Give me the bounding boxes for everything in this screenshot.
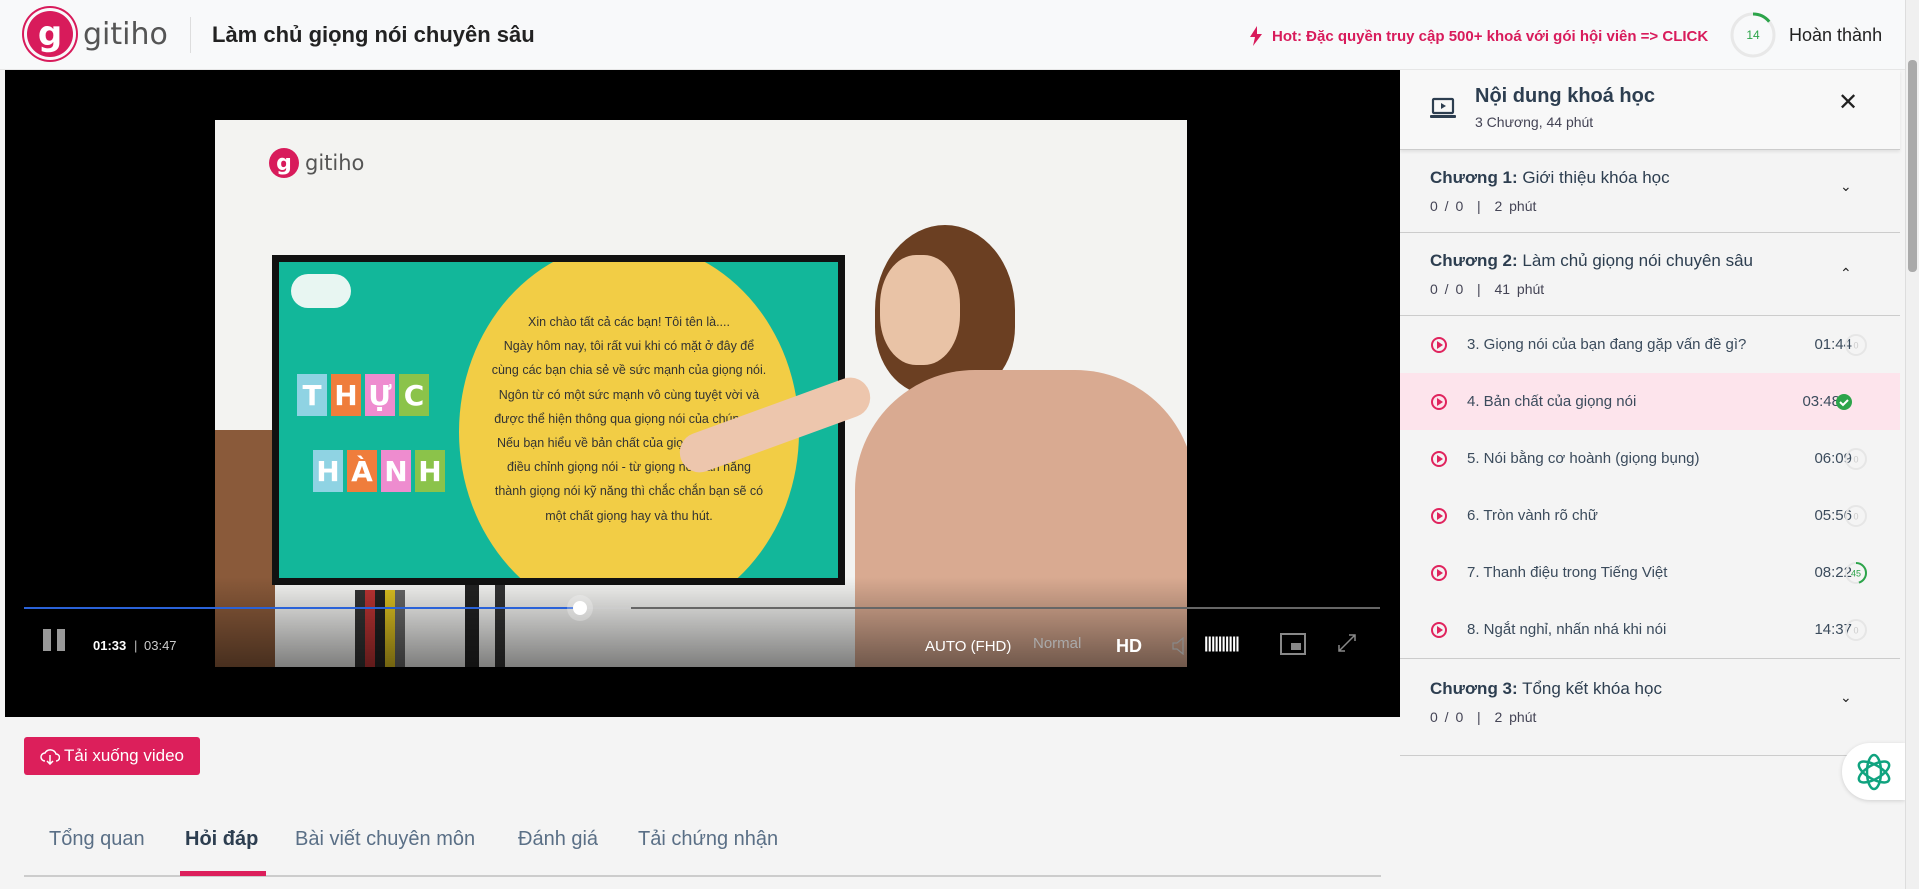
svg-text:0: 0 — [1853, 511, 1858, 521]
play-circle-icon — [1431, 450, 1447, 467]
course-title: Làm chủ giọng nói chuyên sâu — [212, 22, 535, 47]
lightning-icon — [1250, 26, 1262, 46]
volume-icon[interactable] — [1172, 637, 1188, 655]
content-tabs: Tổng quan Hỏi đáp Bài viết chuyên môn Đá… — [24, 820, 1381, 877]
course-progress-ring: 14 — [1729, 11, 1777, 59]
volume-slider[interactable]: |||||||||| — [1204, 635, 1240, 653]
page-scrollbar[interactable] — [1905, 0, 1919, 889]
active-tab-indicator — [180, 871, 266, 876]
svg-text:0: 0 — [1853, 625, 1858, 635]
chapter-2[interactable]: Chương 2: Làm chủ giọng nói chuyên sâu 0… — [1400, 233, 1900, 316]
gitiho-logo[interactable]: g gitiho — [27, 11, 168, 57]
tab-certificate[interactable]: Tải chứng nhận — [638, 828, 778, 851]
lesson-list: 3. Giọng nói của bạn đang gặp vấn đề gì?… — [1400, 316, 1900, 658]
pause-icon[interactable] — [43, 629, 65, 651]
lesson-item[interactable]: 7. Thanh điệu trong Tiếng Việt 08:22 45 — [1400, 544, 1900, 601]
scrollbar-thumb[interactable] — [1908, 60, 1917, 272]
lesson-title: 3. Giọng nói của bạn đang gặp vấn đề gì? — [1467, 336, 1747, 353]
video-watermark-logo: g gitiho — [269, 148, 364, 178]
play-circle-icon — [1431, 507, 1447, 524]
close-icon[interactable]: ✕ — [1838, 88, 1858, 117]
cloud-logo — [291, 274, 351, 308]
time-separator: | — [134, 638, 138, 653]
promo-text: Hot: Đặc quyền truy cập 500+ khoá với gó… — [1272, 27, 1709, 45]
check-circle-icon — [1836, 393, 1852, 410]
laptop-play-icon — [1430, 97, 1456, 118]
presenter-face — [880, 255, 960, 365]
hd-button[interactable]: HD — [1116, 636, 1142, 657]
download-label: Tải xuống video — [63, 746, 185, 765]
quality-button[interactable]: AUTO (FHD) — [925, 638, 1011, 655]
tab-articles[interactable]: Bài viết chuyên môn — [295, 828, 475, 851]
sidebar-title: Nội dung khoá học — [1475, 85, 1655, 107]
duration: 03:47 — [144, 638, 177, 653]
lesson-item[interactable]: 6. Tròn vành rõ chữ 05:56 0 — [1400, 487, 1900, 544]
chevron-down-icon[interactable]: ⌄ — [1840, 689, 1852, 706]
course-content-sidebar: Nội dung khoá học 3 Chương, 44 phút ✕ Ch… — [1400, 70, 1900, 889]
tab-overview[interactable]: Tổng quan — [49, 828, 145, 851]
chevron-up-icon[interactable]: ⌃ — [1840, 265, 1852, 282]
sidebar-header: Nội dung khoá học 3 Chương, 44 phút ✕ — [1400, 70, 1900, 150]
course-progress-value: 14 — [1746, 28, 1760, 42]
controls-gradient — [5, 577, 1400, 717]
play-circle-icon — [1431, 336, 1447, 353]
lesson-title: 5. Nói bằng cơ hoành (giọng bụng) — [1467, 450, 1700, 467]
word-thuc: THỰC — [297, 374, 429, 416]
seek-handle[interactable] — [572, 601, 587, 615]
seek-bar[interactable] — [24, 601, 1380, 615]
lesson-item[interactable]: 4. Bản chất của giọng nói 03:48 — [1400, 373, 1900, 430]
chapter-1[interactable]: Chương 1: Giới thiệu khóa học 0 / 0 | 2 … — [1400, 150, 1900, 233]
lesson-progress-ring: 0 — [1845, 618, 1867, 641]
play-circle-icon — [1431, 393, 1447, 410]
picture-in-picture-icon[interactable] — [1280, 633, 1306, 655]
fullscreen-icon[interactable] — [1338, 634, 1356, 652]
top-header: g gitiho Làm chủ giọng nói chuyên sâu Ho… — [0, 0, 1905, 70]
lesson-progress-ring: 0 — [1845, 447, 1867, 470]
logo-text: gitiho — [83, 16, 168, 52]
lesson-title: 8. Ngắt nghỉ, nhấn nhá khi nói — [1467, 621, 1667, 638]
svg-text:0: 0 — [1853, 340, 1858, 350]
complete-label: Hoàn thành — [1789, 25, 1883, 45]
lesson-progress-ring: 45 — [1845, 561, 1867, 584]
logo-mark-icon: g — [27, 11, 73, 57]
lesson-item[interactable]: 5. Nói bằng cơ hoành (giọng bụng) 06:09 0 — [1400, 430, 1900, 487]
play-circle-icon — [1431, 564, 1447, 581]
lesson-item[interactable]: 3. Giọng nói của bạn đang gặp vấn đề gì?… — [1400, 316, 1900, 373]
svg-text:0: 0 — [1853, 454, 1858, 464]
video-player[interactable]: g gitiho THỰC HÀNH Xin chào tất cả các bạ… — [5, 70, 1400, 717]
sidebar-subtitle: 3 Chương, 44 phút — [1475, 114, 1594, 130]
tab-qa[interactable]: Hỏi đáp — [185, 828, 258, 851]
svg-text:45: 45 — [1851, 568, 1861, 578]
chevron-down-icon[interactable]: ⌄ — [1840, 178, 1852, 195]
promo-link[interactable]: Hot: Đặc quyền truy cập 500+ khoá với gó… — [1250, 26, 1708, 46]
tab-reviews[interactable]: Đánh giá — [518, 828, 598, 851]
current-time: 01:33 — [93, 638, 127, 653]
chapter-3[interactable]: Chương 3: Tổng kết khóa học 0 / 0 | 2 ph… — [1400, 658, 1900, 756]
lesson-title: 6. Tròn vành rõ chữ — [1467, 507, 1598, 524]
cloud-download-icon — [40, 749, 60, 765]
header-divider — [190, 17, 191, 53]
lesson-progress-ring: 0 — [1845, 333, 1867, 356]
word-hanh: HÀNH — [313, 450, 445, 492]
play-circle-icon — [1431, 621, 1447, 638]
lesson-progress-ring: 0 — [1845, 504, 1867, 527]
speed-button[interactable]: Normal — [1033, 635, 1081, 652]
download-video-button[interactable]: Tải xuống video — [24, 737, 200, 775]
lesson-item[interactable]: 8. Ngắt nghỉ, nhấn nhá khi nói 14:37 0 — [1400, 601, 1900, 658]
lesson-title: 4. Bản chất của giọng nói — [1467, 393, 1637, 410]
ai-assistant-icon — [1857, 753, 1890, 790]
ai-assistant-button[interactable] — [1842, 743, 1905, 800]
lesson-title: 7. Thanh điệu trong Tiếng Việt — [1467, 564, 1668, 581]
